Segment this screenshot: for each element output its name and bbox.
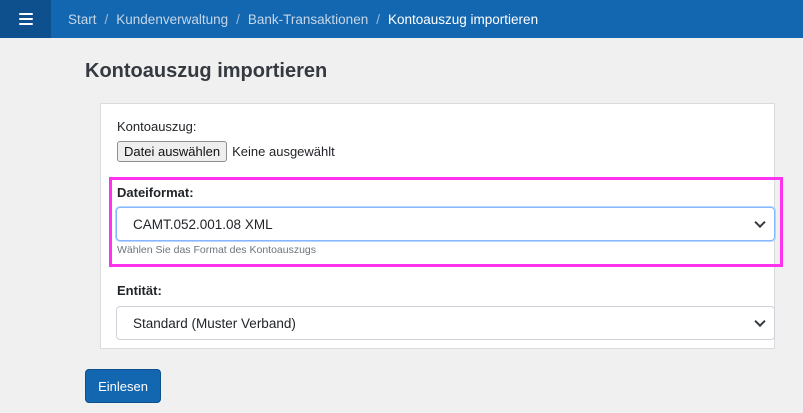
breadcrumb-item-kundenverwaltung[interactable]: Kundenverwaltung <box>116 12 228 27</box>
breadcrumb-current: Kontoauszug importieren <box>387 11 539 27</box>
choose-file-button[interactable]: Datei auswählen <box>117 141 228 162</box>
hamburger-icon <box>18 13 33 25</box>
breadcrumb-separator: / <box>236 11 240 27</box>
entity-select[interactable]: Standard (Muster Verband) <box>116 306 775 340</box>
format-select[interactable]: CAMT.052.001.08 XML <box>116 207 775 241</box>
breadcrumb-separator: / <box>376 11 380 27</box>
entity-select-value: Standard (Muster Verband) <box>133 315 296 331</box>
import-form-card: Kontoauszug: Datei auswählen Keine ausge… <box>100 103 783 349</box>
file-label: Kontoauszug: <box>117 119 197 134</box>
format-help-text: Wählen Sie das Format des Kontoauszugs <box>117 244 317 256</box>
format-label: Dateiformat: <box>117 185 194 200</box>
file-status: Keine ausgewählt <box>232 144 335 159</box>
breadcrumb-item-bank-transaktionen[interactable]: Bank-Transaktionen <box>248 12 368 27</box>
top-navbar: Start / Kundenverwaltung / Bank-Transakt… <box>0 0 803 38</box>
breadcrumb: Start / Kundenverwaltung / Bank-Transakt… <box>68 12 538 27</box>
file-input: Datei auswählen Keine ausgewählt <box>117 141 335 162</box>
menu-toggle-button[interactable] <box>0 0 51 38</box>
entity-label: Entität: <box>117 283 162 298</box>
chevron-down-icon <box>754 216 766 229</box>
format-select-value: CAMT.052.001.08 XML <box>133 216 273 232</box>
chevron-down-icon <box>754 315 766 328</box>
breadcrumb-item-start[interactable]: Start <box>68 12 97 27</box>
submit-button[interactable]: Einlesen <box>85 369 161 403</box>
breadcrumb-separator: / <box>104 11 109 27</box>
page-title: Kontoauszug importieren <box>85 60 328 82</box>
